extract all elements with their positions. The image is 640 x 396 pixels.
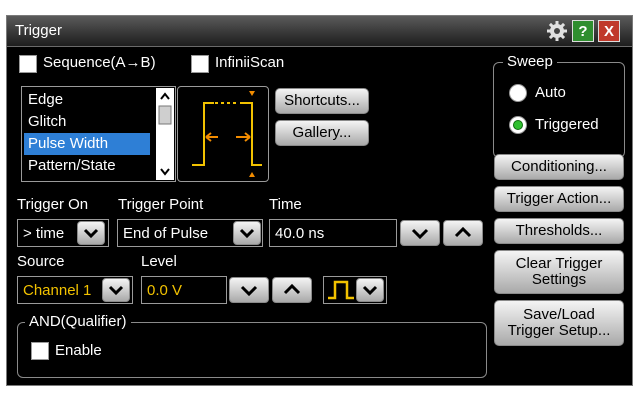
level-increment-button[interactable]: [272, 277, 312, 303]
chevron-down-icon: [411, 228, 429, 239]
sweep-triggered-label: Triggered: [535, 116, 599, 133]
source-value: Channel 1: [23, 281, 92, 299]
clear-trigger-settings-button[interactable]: Clear Trigger Settings: [494, 250, 624, 294]
close-button[interactable]: X: [598, 20, 620, 42]
list-item[interactable]: Glitch: [24, 111, 150, 133]
sweep-auto-radio[interactable]: [509, 84, 527, 102]
chevron-up-icon: [454, 227, 472, 238]
time-increment-button[interactable]: [443, 220, 483, 246]
level-input[interactable]: 0.0 V: [141, 276, 227, 304]
list-item[interactable]: Pattern/State: [24, 155, 150, 177]
pulse-width-diagram: [177, 86, 269, 182]
source-dropdown-button[interactable]: [102, 278, 130, 302]
chevron-down-icon: [108, 285, 124, 296]
trigger-on-dropdown-button[interactable]: [77, 221, 105, 245]
conditioning-button[interactable]: Conditioning...: [494, 154, 624, 180]
level-label: Level: [141, 253, 177, 270]
time-value: 40.0 ns: [275, 224, 325, 242]
thresholds-button[interactable]: Thresholds...: [494, 218, 624, 244]
trigger-point-label: Trigger Point: [118, 196, 204, 213]
sweep-auto-label: Auto: [535, 84, 566, 101]
save-load-line2: Trigger Setup...: [507, 322, 611, 339]
qualifier-enable-label: Enable: [55, 342, 102, 359]
level-decrement-button[interactable]: [229, 277, 269, 303]
radio-selected-dot: [513, 120, 523, 130]
help-icon: ?: [578, 22, 588, 40]
save-load-trigger-setup-button[interactable]: Save/Load Trigger Setup...: [494, 300, 624, 346]
trigger-point-dropdown-button[interactable]: [233, 221, 261, 245]
chevron-down-icon: [239, 228, 255, 239]
title-bar: Trigger ? X: [7, 16, 632, 47]
list-item-selected[interactable]: Pulse Width: [24, 133, 150, 155]
sweep-triggered-radio[interactable]: [509, 116, 527, 134]
save-load-line1: Save/Load: [523, 306, 595, 323]
qualifier-enable-checkbox[interactable]: [31, 342, 49, 360]
clear-trigger-line2: Settings: [531, 271, 587, 288]
chevron-down-icon: [240, 285, 258, 296]
help-button[interactable]: ?: [572, 20, 594, 42]
pulse-polarity-icon: [328, 280, 354, 300]
list-scrollbar[interactable]: [156, 88, 174, 180]
polarity-dropdown-button[interactable]: [356, 278, 384, 302]
infiniiscan-label: InfiniiScan: [215, 54, 285, 71]
list-item[interactable]: Edge: [24, 89, 150, 111]
shortcuts-button[interactable]: Shortcuts...: [275, 88, 369, 114]
source-label: Source: [17, 253, 65, 270]
sweep-label: Sweep: [503, 53, 557, 70]
trigger-dialog: Trigger ? X Sequence(A→B) InfiniiScan Ed…: [6, 15, 633, 386]
chevron-up-icon: [283, 284, 301, 295]
gear-icon[interactable]: [546, 20, 568, 42]
trigger-on-value: > time: [23, 224, 65, 242]
trigger-action-button[interactable]: Trigger Action...: [494, 186, 624, 212]
infiniiscan-checkbox[interactable]: [191, 55, 209, 73]
clear-trigger-line1: Clear Trigger: [515, 255, 603, 272]
sweep-group: [493, 62, 625, 158]
sequence-checkbox[interactable]: [19, 55, 37, 73]
level-value: 0.0 V: [147, 281, 183, 299]
trigger-point-value: End of Pulse: [123, 224, 209, 242]
trigger-type-list[interactable]: Edge Glitch Pulse Width Pattern/State: [21, 86, 176, 182]
chevron-down-icon: [362, 285, 378, 296]
gallery-button[interactable]: Gallery...: [275, 120, 369, 146]
time-input[interactable]: 40.0 ns: [269, 219, 397, 247]
qualifier-label: AND(Qualifier): [25, 313, 131, 330]
time-decrement-button[interactable]: [400, 220, 440, 246]
trigger-on-label: Trigger On: [17, 196, 89, 213]
time-label: Time: [269, 196, 302, 213]
dialog-title: Trigger: [15, 22, 62, 39]
close-icon: X: [603, 22, 614, 40]
sequence-label: Sequence(A→B): [43, 54, 156, 71]
chevron-down-icon: [83, 228, 99, 239]
